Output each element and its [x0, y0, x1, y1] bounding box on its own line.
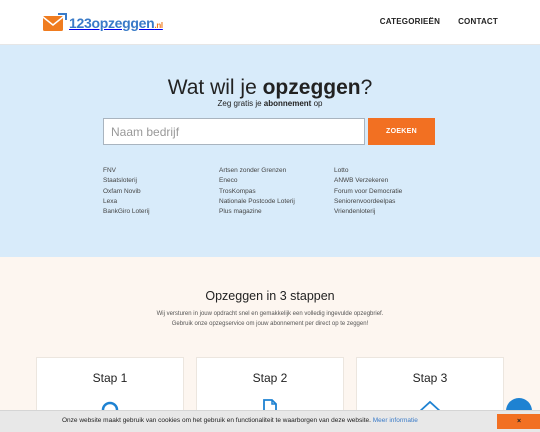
cookie-bar: Onze website maakt gebruik van cookies o…	[0, 410, 540, 432]
popular-link[interactable]: Plus magazine	[219, 207, 295, 217]
cookie-close-button[interactable]: ×	[497, 414, 540, 429]
nav-categories[interactable]: CATEGORIEËN	[380, 17, 440, 26]
hero-section: Wat wil je opzeggen? Zeg gratis je abonn…	[0, 45, 540, 257]
popular-link[interactable]: Vriendenloterij	[334, 207, 402, 217]
steps-description: Wij versturen in jouw opdracht snel en g…	[156, 311, 384, 327]
popular-link[interactable]: Forum voor Democratie	[334, 187, 402, 197]
cookie-more-info-link[interactable]: Meer informatie	[373, 417, 418, 424]
step-card-title: Stap 1	[92, 371, 128, 385]
popular-links-column-3: Lotto ANWB Verzekeren Forum voor Democra…	[334, 166, 402, 217]
popular-link[interactable]: Staatsloterij	[103, 176, 150, 186]
step-card-title: Stap 2	[252, 371, 288, 385]
search-input[interactable]	[103, 118, 365, 145]
nav-contact[interactable]: CONTACT	[458, 17, 498, 26]
site-logo[interactable]: 123opzeggen.nl	[42, 10, 163, 36]
popular-link[interactable]: ANWB Verzekeren	[334, 176, 402, 186]
steps-title: Opzeggen in 3 stappen	[205, 289, 335, 303]
popular-links-column-2: Artsen zonder Grenzen Eneco TrosKompas N…	[219, 166, 295, 217]
popular-links-column-1: FNV Staatsloterij Oxfam Novib Lexa BankG…	[103, 166, 150, 217]
popular-link[interactable]: Nationale Postcode Loterij	[219, 197, 295, 207]
main-nav: CATEGORIEËN CONTACT	[380, 17, 498, 26]
logo-text: 123opzeggen.nl	[69, 15, 163, 31]
steps-section: Opzeggen in 3 stappen Wij versturen in j…	[0, 257, 540, 432]
popular-link[interactable]: Lexa	[103, 197, 150, 207]
popular-link[interactable]: BankGiro Loterij	[103, 207, 150, 217]
popular-link[interactable]: Lotto	[334, 166, 402, 176]
hero-title: Wat wil je opzeggen?	[167, 76, 373, 99]
hero-subtitle: Zeg gratis je abonnement op	[217, 99, 323, 108]
popular-link[interactable]: Artsen zonder Grenzen	[219, 166, 295, 176]
popular-link[interactable]: Eneco	[219, 176, 295, 186]
popular-link[interactable]: Seniorenvoordeelpas	[334, 197, 402, 207]
site-header: 123opzeggen.nl CATEGORIEËN CONTACT	[0, 0, 540, 45]
popular-link[interactable]: TrosKompas	[219, 187, 295, 197]
popular-link[interactable]: Oxfam Novib	[103, 187, 150, 197]
search-button[interactable]: ZOEKEN	[368, 118, 435, 145]
step-card-title: Stap 3	[412, 371, 448, 385]
cookie-message: Onze website maakt gebruik van cookies o…	[62, 417, 418, 424]
popular-link[interactable]: FNV	[103, 166, 150, 176]
envelope-logo-icon	[42, 12, 68, 34]
